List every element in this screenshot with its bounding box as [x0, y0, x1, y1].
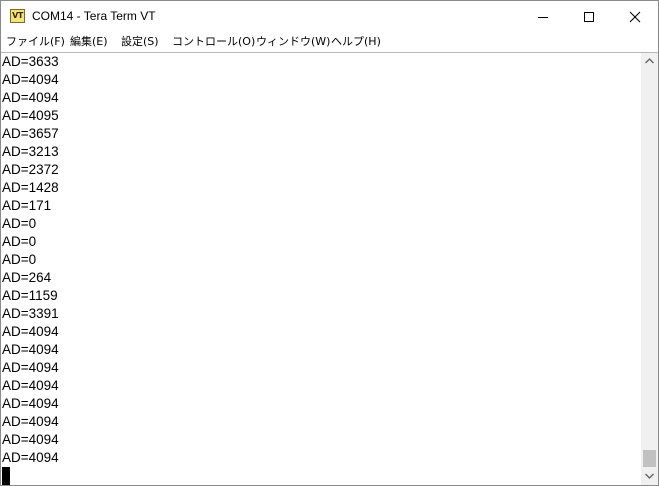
menu-edit[interactable]: 編集(E) [70, 35, 108, 49]
maximize-icon [584, 12, 594, 22]
terminal-line: AD=1428 [2, 180, 59, 195]
title-bar[interactable]: VT COM14 - Tera Term VT [1, 1, 658, 32]
terminal-line: AD=0 [2, 252, 37, 267]
terminal-line: AD=0 [2, 234, 37, 249]
terminal-line: AD=4094 [2, 450, 59, 465]
terminal-line: AD=3633 [2, 54, 59, 69]
menu-window[interactable]: ウィンドウ(W) [256, 35, 330, 49]
terminal-line: AD=4094 [2, 72, 59, 87]
terminal-line: AD=4094 [2, 396, 59, 411]
menu-bar: ファイル(F) 編集(E) 設定(S) コントロール(O) ウィンドウ(W) ヘ… [1, 32, 658, 52]
menu-settings[interactable]: 設定(S) [121, 35, 159, 49]
terminal-line: AD=4094 [2, 324, 59, 339]
window-title: COM14 - Tera Term VT [32, 9, 156, 23]
terminal-line: AD=1159 [2, 288, 58, 303]
menu-help[interactable]: ヘルプ(H) [331, 35, 381, 49]
terminal-line: AD=3213 [2, 144, 59, 159]
close-icon [629, 11, 641, 23]
scroll-down-button[interactable] [641, 468, 658, 485]
scroll-down-arrow-icon [645, 473, 654, 479]
terminal-cursor [2, 467, 10, 485]
menu-control[interactable]: コントロール(O) [172, 35, 255, 49]
scroll-up-button[interactable] [641, 53, 658, 70]
maximize-button[interactable] [566, 1, 612, 32]
terminal-area[interactable]: AD=3633 AD=4094 AD=4094 AD=4095 AD=3657 … [1, 53, 641, 485]
terminal-line: AD=171 [2, 198, 52, 213]
vertical-scrollbar[interactable] [641, 53, 658, 485]
close-button[interactable] [612, 1, 658, 32]
scroll-up-arrow-icon [645, 58, 654, 64]
terminal-line: AD=4094 [2, 414, 59, 429]
minimize-icon [538, 17, 548, 18]
terminal-line: AD=4095 [2, 108, 59, 123]
terminal-line: AD=4094 [2, 432, 59, 447]
scroll-thumb[interactable] [643, 450, 656, 467]
terminal-line: AD=3657 [2, 126, 59, 141]
terminal-line: AD=3391 [2, 306, 59, 321]
tera-term-icon[interactable]: VT [10, 9, 25, 23]
terminal-line: AD=4094 [2, 342, 59, 357]
terminal-line: AD=264 [2, 270, 52, 285]
minimize-button[interactable] [520, 1, 566, 32]
menu-file[interactable]: ファイル(F) [6, 35, 65, 49]
terminal-line: AD=4094 [2, 378, 59, 393]
terminal-line: AD=4094 [2, 360, 59, 375]
terminal-line: AD=4094 [2, 90, 59, 105]
terminal-line: AD=2372 [2, 162, 59, 177]
terminal-line: AD=0 [2, 216, 37, 231]
tera-term-window: VT COM14 - Tera Term VT ファイル(F) 編集(E) 設定… [0, 0, 659, 486]
